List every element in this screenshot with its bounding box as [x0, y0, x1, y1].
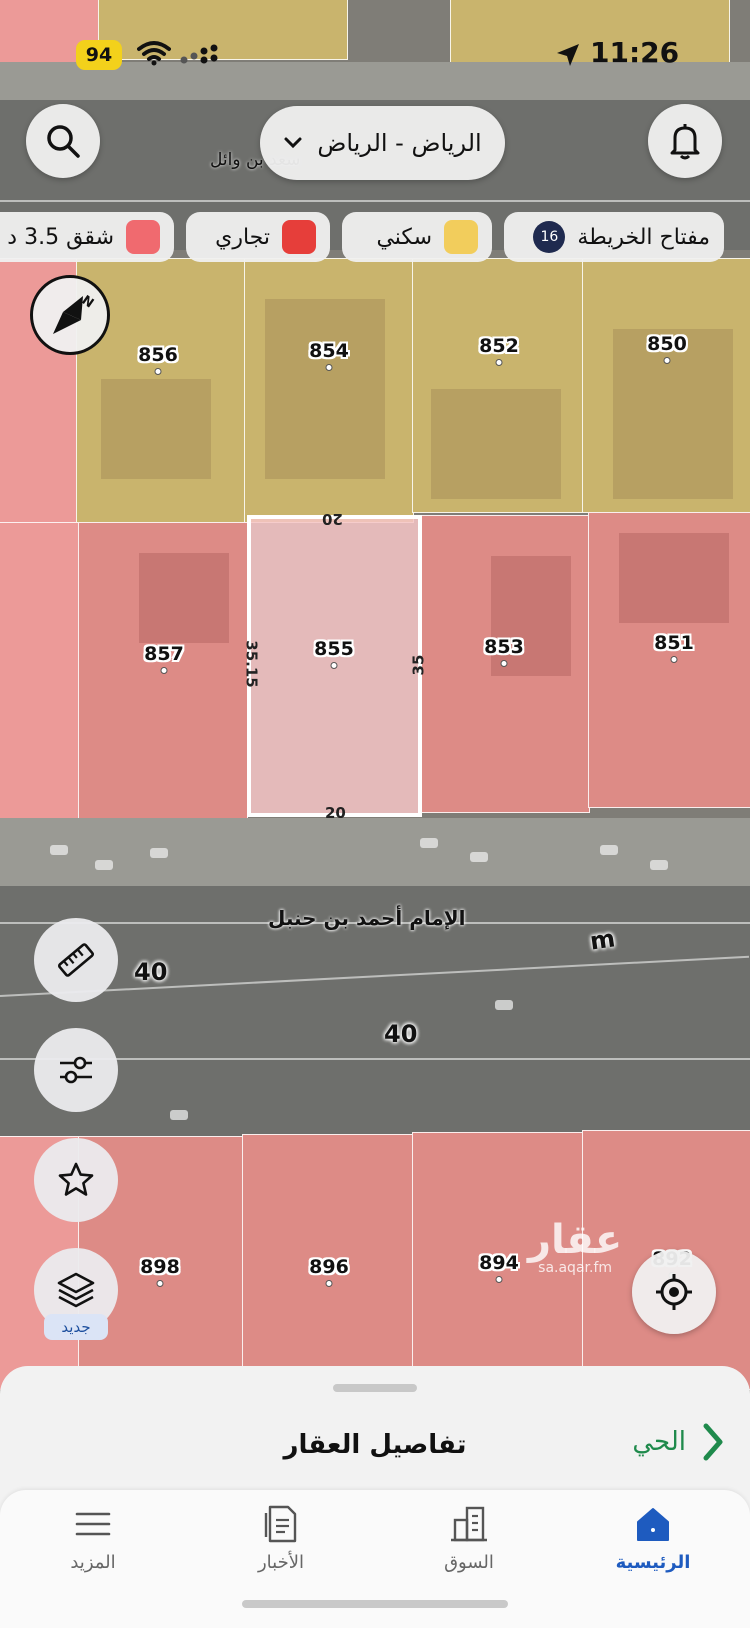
compass-icon: N	[53, 293, 96, 334]
parcel-number: 896	[309, 1256, 349, 1278]
tab-home[interactable]: الرئيسية	[588, 1490, 718, 1590]
parcel-dot	[154, 368, 162, 375]
parcel-dot	[663, 357, 671, 364]
parcel-number: 853	[484, 636, 524, 658]
bell-icon	[670, 124, 700, 160]
tab-label: الأخبار	[257, 1552, 304, 1573]
tab-more[interactable]: المزيد	[28, 1490, 158, 1590]
menu-icon	[75, 1512, 111, 1536]
legend-chip-apartments[interactable]: شقق 3.5 د	[0, 212, 174, 262]
watermark: عقار sa.aqar.fm	[528, 1220, 622, 1276]
parcel-dot	[160, 667, 168, 674]
legend-swatch-apartments	[126, 220, 160, 254]
map-key-label: مفتاح الخريطة	[577, 224, 710, 250]
parcel-dot	[495, 1276, 503, 1283]
city-selector[interactable]: الرياض - الرياض	[260, 106, 505, 180]
home-indicator	[242, 1600, 508, 1608]
tab-label: الرئيسية	[615, 1552, 691, 1573]
parcel-dot	[670, 656, 678, 663]
wifi-icon	[137, 41, 171, 66]
tab-market[interactable]: السوق	[404, 1490, 534, 1590]
battery-indicator: 94	[76, 40, 122, 70]
parcel-number: 855	[314, 638, 354, 660]
news-icon	[264, 1505, 297, 1543]
location-arrow-icon	[557, 44, 579, 66]
parcel-number: 854	[309, 340, 349, 362]
parcel-number: 898	[140, 1256, 180, 1278]
parcel-number: 851	[654, 632, 694, 654]
parcel-dot	[325, 364, 333, 371]
street-width-label: 40	[134, 958, 168, 986]
chevron-down-icon	[284, 137, 302, 149]
crosshair-icon	[656, 1274, 692, 1310]
cellular-signal-icon	[180, 44, 218, 64]
parcel-left-edge[interactable]	[0, 522, 80, 822]
legend-swatch-residential	[444, 220, 478, 254]
map-key-chip[interactable]: مفتاح الخريطة 16	[504, 212, 724, 262]
my-location-button[interactable]	[632, 1250, 716, 1334]
ruler-icon	[57, 943, 95, 977]
tab-news[interactable]: الأخبار	[216, 1490, 346, 1590]
status-time: 11:26	[590, 36, 680, 69]
parcel-number: 850	[647, 333, 687, 355]
legend-label: تجاري	[215, 224, 270, 250]
parcel-number: 856	[138, 344, 178, 366]
chevron-right-icon	[703, 1423, 723, 1461]
parcel-dot	[156, 1280, 164, 1287]
sliders-icon	[60, 1056, 92, 1084]
search-button[interactable]	[26, 104, 100, 178]
dim-top: 20	[322, 510, 343, 528]
parcel-number: 857	[144, 643, 184, 665]
layers-icon	[57, 1272, 95, 1308]
dim-left: 35.15	[242, 640, 261, 688]
sheet-grabber[interactable]	[333, 1384, 417, 1392]
parcel-dot	[330, 662, 338, 669]
notifications-button[interactable]	[648, 104, 722, 178]
legend-chip-commercial[interactable]: تجاري	[186, 212, 330, 262]
buildings-icon	[451, 1506, 487, 1542]
parcel-851[interactable]	[588, 512, 750, 808]
watermark-brand: عقار	[528, 1217, 623, 1263]
district-link-label: الحي	[632, 1427, 686, 1457]
status-bar: 94 11:26	[0, 30, 750, 80]
legend-label: شقق 3.5 د	[7, 224, 114, 250]
street-width-label: 40	[384, 1020, 418, 1048]
main-street-label: الإمام أحمد بن حنبل	[268, 906, 466, 930]
search-icon	[47, 125, 80, 158]
legend-label: سكني	[376, 224, 432, 250]
home-icon	[637, 1508, 669, 1541]
new-badge: جديد	[44, 1314, 108, 1340]
tab-label: السوق	[444, 1552, 494, 1573]
parcel-number: 852	[479, 335, 519, 357]
legend-chip-residential[interactable]: سكني	[342, 212, 492, 262]
parcel-dot	[495, 359, 503, 366]
parcel-number: 894	[479, 1252, 519, 1274]
favorites-button[interactable]	[34, 1138, 118, 1222]
filter-button[interactable]	[34, 1028, 118, 1112]
scale-marker-label: m	[588, 924, 617, 956]
star-icon	[58, 1162, 94, 1196]
watermark-url: sa.aqar.fm	[538, 1260, 613, 1276]
dim-right: 35	[409, 654, 428, 676]
map-key-count: 16	[533, 221, 566, 253]
legend-swatch-commercial	[282, 220, 316, 254]
parcel-dot	[500, 660, 508, 667]
measure-tool-button[interactable]	[34, 918, 118, 1002]
parcel-850[interactable]	[582, 258, 750, 513]
parcel-852[interactable]	[412, 258, 584, 513]
parcel-854[interactable]	[244, 258, 414, 523]
tab-label: المزيد	[70, 1552, 116, 1573]
compass-button[interactable]: N	[30, 275, 110, 355]
city-selector-label: الرياض - الرياض	[317, 129, 482, 157]
parcel-dot	[325, 1280, 333, 1287]
district-link[interactable]: الحي	[632, 1422, 724, 1462]
